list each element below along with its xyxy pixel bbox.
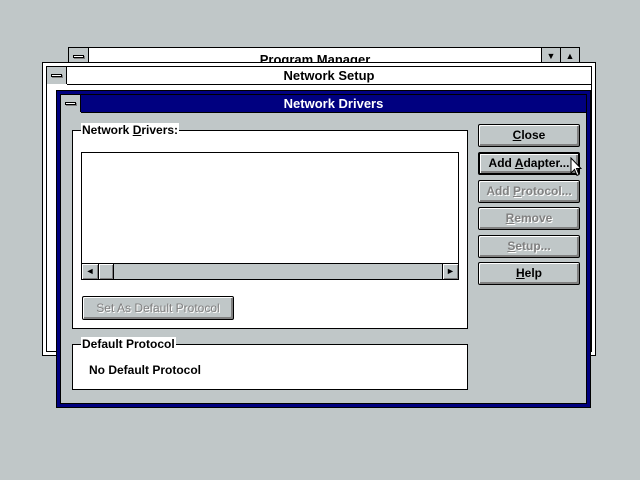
default-protocol-value: No Default Protocol: [89, 363, 202, 377]
help-button[interactable]: Help: [478, 262, 580, 285]
scroll-left-icon[interactable]: ◄: [82, 264, 98, 279]
network-drivers-group: Network Drivers: ◄ ► Set As Default Prot…: [72, 123, 468, 329]
network-drivers-title: Network Drivers: [81, 95, 586, 113]
mouse-cursor-icon: [570, 157, 582, 177]
set-default-protocol-button[interactable]: Set As Default Protocol: [82, 296, 234, 320]
network-drivers-list[interactable]: ◄ ►: [81, 152, 459, 280]
setup-button[interactable]: Setup...: [478, 235, 580, 258]
add-adapter-button[interactable]: Add Adapter...: [478, 152, 580, 175]
remove-button[interactable]: Remove: [478, 207, 580, 230]
scroll-thumb[interactable]: [98, 264, 114, 279]
default-protocol-group-label: Default Protocol: [81, 337, 176, 351]
network-drivers-group-label: Network Drivers:: [81, 123, 180, 137]
scroll-right-icon[interactable]: ►: [442, 264, 458, 279]
network-setup-system-menu-icon[interactable]: [47, 67, 67, 84]
network-drivers-system-menu-icon[interactable]: [61, 95, 81, 112]
default-protocol-group: Default Protocol No Default Protocol: [72, 337, 468, 390]
close-button[interactable]: Close: [478, 124, 580, 147]
network-setup-title: Network Setup: [67, 67, 591, 85]
add-protocol-button[interactable]: Add Protocol...: [478, 180, 580, 203]
horizontal-scrollbar[interactable]: ◄ ►: [82, 263, 458, 279]
